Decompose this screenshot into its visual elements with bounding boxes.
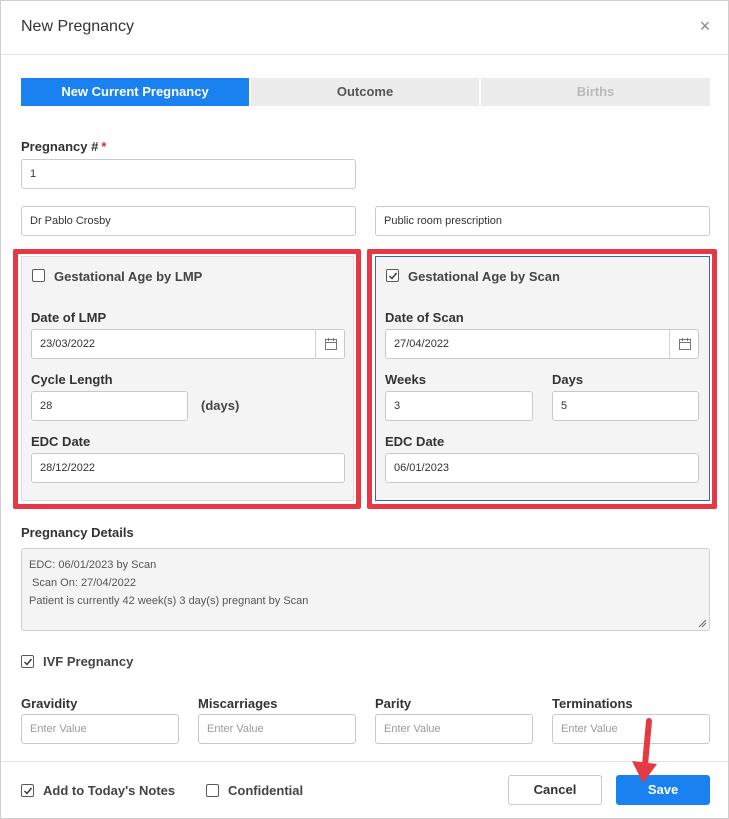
gravidity-label: Gravidity: [21, 696, 78, 711]
ivf-checkbox-label: IVF Pregnancy: [43, 654, 134, 669]
new-pregnancy-dialog: New Pregnancy × New Current Pregnancy Ou…: [0, 0, 729, 819]
cancel-button[interactable]: Cancel: [508, 775, 602, 805]
required-mark: *: [101, 139, 107, 154]
annotation-arrow-icon: [632, 718, 657, 783]
scan-date-value: 27/04/2022: [394, 338, 450, 350]
checkmark-icon: [24, 658, 33, 666]
details-line: Scan On: 27/04/2022: [29, 577, 137, 589]
cycle-length-label: Cycle Length: [31, 372, 113, 387]
resize-handle-icon[interactable]: [697, 618, 707, 628]
add-to-notes-checkbox[interactable]: [21, 784, 34, 797]
pregnancy-number-label: Pregnancy # *: [21, 139, 106, 154]
gravidity-input[interactable]: Enter Value: [21, 714, 179, 744]
lmp-edc-label: EDC Date: [31, 434, 91, 449]
ivf-checkbox[interactable]: [21, 655, 34, 668]
scan-edc-label: EDC Date: [385, 434, 445, 449]
miscarriages-input[interactable]: Enter Value: [198, 714, 356, 744]
room-prescription-field[interactable]: Public room prescription: [375, 206, 710, 236]
dialog-title: New Pregnancy: [21, 18, 134, 35]
lmp-checkbox-label: Gestational Age by LMP: [54, 269, 203, 284]
pregnancy-number-label-text: Pregnancy #: [21, 139, 99, 154]
scan-checkbox[interactable]: [386, 269, 399, 282]
lmp-checkbox[interactable]: [32, 269, 45, 282]
details-line: Patient is currently 42 week(s) 3 day(s)…: [29, 595, 309, 607]
close-icon[interactable]: ×: [694, 15, 716, 37]
details-line: EDC: 06/01/2023 by Scan: [29, 559, 157, 571]
tab-births: Births: [481, 78, 710, 106]
parity-input[interactable]: Enter Value: [375, 714, 533, 744]
doctor-field[interactable]: Dr Pablo Crosby: [21, 206, 356, 236]
tab-new-current-pregnancy[interactable]: New Current Pregnancy: [21, 78, 249, 106]
scan-edc-input[interactable]: 06/01/2023: [385, 453, 699, 483]
pregnancy-details-label: Pregnancy Details: [21, 525, 134, 540]
lmp-date-label: Date of LMP: [31, 310, 107, 325]
checkmark-icon: [389, 272, 398, 280]
days-label: Days: [552, 372, 584, 387]
days-input[interactable]: 5: [552, 391, 699, 421]
weeks-input[interactable]: 3: [385, 391, 533, 421]
cycle-length-unit: (days): [201, 398, 240, 413]
miscarriages-label: Miscarriages: [198, 696, 278, 711]
scan-checkbox-label: Gestational Age by Scan: [408, 269, 560, 284]
scan-date-label: Date of Scan: [385, 310, 464, 325]
lmp-edc-input[interactable]: 28/12/2022: [31, 453, 345, 483]
checkmark-icon: [24, 787, 33, 795]
calendar-icon[interactable]: [669, 330, 698, 358]
tab-outcome[interactable]: Outcome: [251, 78, 479, 106]
lmp-date-value: 23/03/2022: [40, 338, 96, 350]
scan-date-input[interactable]: 27/04/2022: [385, 329, 699, 359]
terminations-label: Terminations: [552, 696, 633, 711]
confidential-checkbox[interactable]: [206, 784, 219, 797]
dialog-header: New Pregnancy ×: [1, 1, 728, 55]
add-to-notes-label: Add to Today's Notes: [43, 783, 176, 798]
pregnancy-details-textarea[interactable]: EDC: 06/01/2023 by Scan Scan On: 27/04/2…: [21, 548, 710, 631]
calendar-icon[interactable]: [315, 330, 344, 358]
cycle-length-input[interactable]: 28: [31, 391, 188, 421]
confidential-label: Confidential: [228, 783, 304, 798]
pregnancy-number-input[interactable]: 1: [21, 159, 356, 189]
weeks-label: Weeks: [385, 372, 426, 387]
tab-bar: New Current Pregnancy Outcome Births: [21, 78, 710, 106]
lmp-date-input[interactable]: 23/03/2022: [31, 329, 345, 359]
parity-label: Parity: [375, 696, 412, 711]
